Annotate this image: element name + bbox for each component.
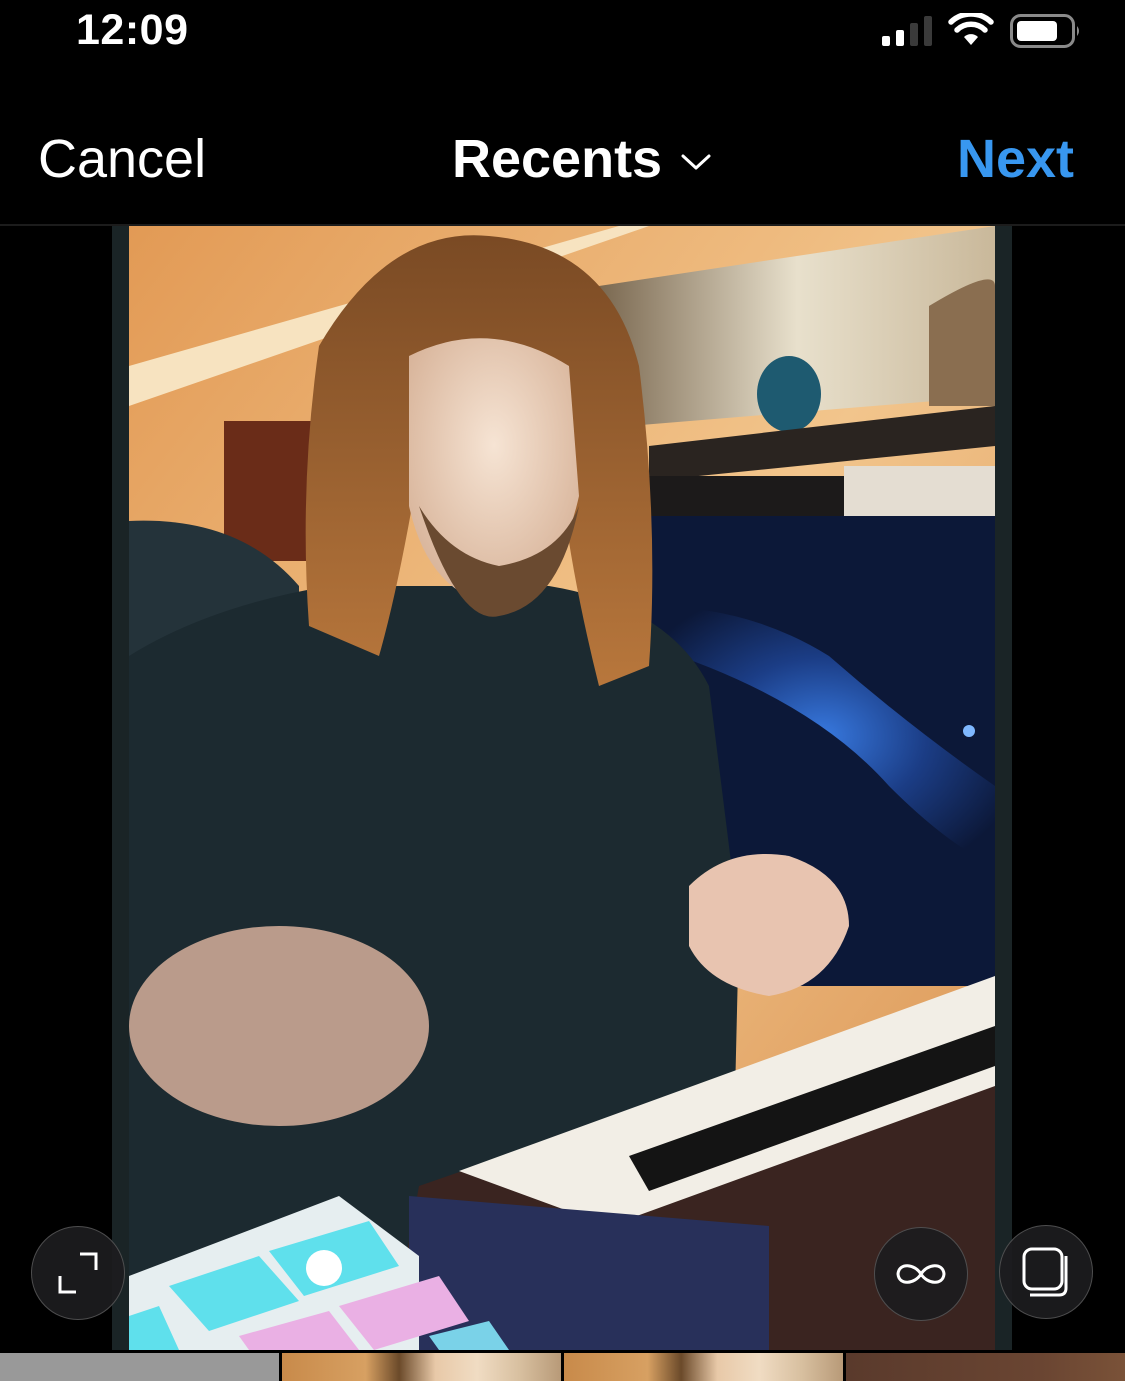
next-button[interactable]: Next — [957, 128, 1074, 190]
battery-icon — [1010, 14, 1079, 48]
expand-button[interactable] — [31, 1226, 125, 1320]
thumbnail[interactable] — [846, 1353, 1125, 1381]
album-picker[interactable]: Recents — [452, 128, 712, 190]
infinity-icon — [896, 1264, 946, 1284]
status-bar: 12:09 — [0, 0, 1125, 64]
photo-illustration — [129, 226, 995, 1350]
nav-bar: Cancel Recents Next — [0, 64, 1125, 224]
boomerang-button[interactable] — [874, 1227, 968, 1321]
wifi-icon — [948, 13, 994, 45]
thumbnail-grid — [0, 1353, 1125, 1381]
thumbnail[interactable] — [282, 1353, 561, 1381]
thumbnail[interactable] — [564, 1353, 843, 1381]
chevron-down-icon — [681, 154, 711, 170]
media-preview[interactable] — [112, 226, 1012, 1350]
select-multiple-button[interactable] — [999, 1225, 1093, 1319]
thumbnail[interactable] — [0, 1353, 279, 1381]
multiple-select-icon — [1022, 1247, 1068, 1297]
status-time: 12:09 — [76, 6, 189, 54]
preview-photo[interactable] — [129, 226, 995, 1350]
signal-icon — [882, 16, 934, 46]
album-title: Recents — [452, 129, 663, 189]
expand-icon — [58, 1252, 98, 1294]
cancel-button[interactable]: Cancel — [38, 128, 206, 190]
